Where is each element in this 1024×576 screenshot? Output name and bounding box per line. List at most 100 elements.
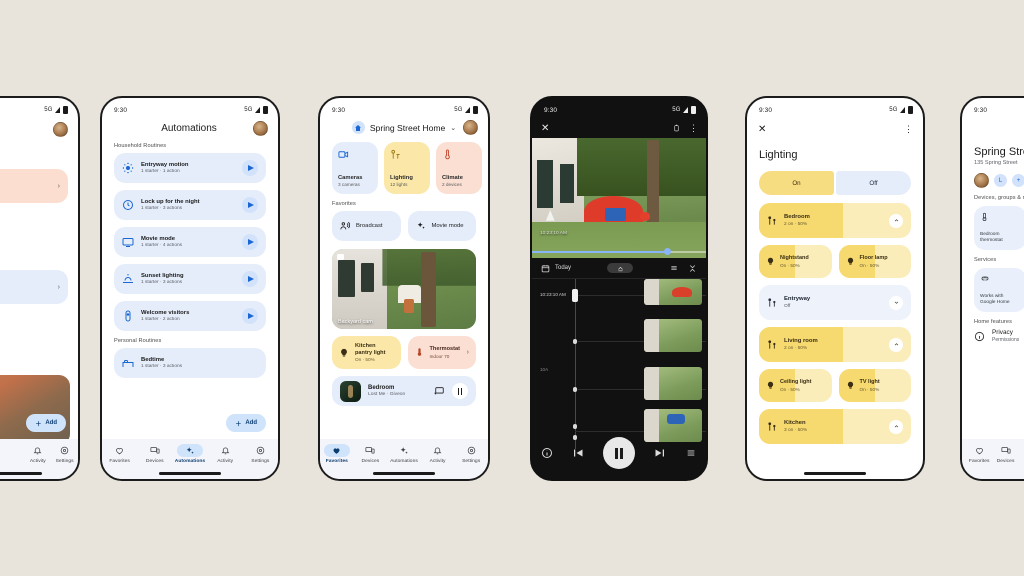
nav-item-favorites[interactable]: Favorites: [966, 444, 992, 464]
collapse-group-button[interactable]: [889, 337, 903, 352]
feature-row-privacy[interactable]: Privacy Permissions: [974, 329, 1024, 343]
pause-button[interactable]: [602, 437, 635, 469]
add-label: Add: [245, 420, 257, 426]
nav-item-activity[interactable]: Activity: [421, 444, 455, 464]
play-button[interactable]: [242, 271, 258, 287]
play-button[interactable]: [242, 197, 258, 213]
automation-row[interactable]: Movie mode 1 starter · 4 actions: [114, 227, 266, 257]
timeline-handle[interactable]: [572, 289, 578, 302]
play-button[interactable]: [242, 160, 258, 176]
category-climate[interactable]: Climate 2 devices: [436, 142, 482, 194]
skip-back-icon[interactable]: [572, 447, 584, 459]
avatar[interactable]: [974, 173, 989, 188]
favorite-broadcast[interactable]: Broadcast: [332, 211, 401, 241]
pause-button[interactable]: [452, 383, 468, 399]
nav-item-favorites[interactable]: Favorites: [320, 444, 354, 464]
light-floor-lamp[interactable]: Floor lamp On · 50%: [838, 245, 911, 278]
light-title: Nightstand: [780, 255, 809, 262]
collapse-group-button[interactable]: [889, 213, 903, 228]
light-group-entryway[interactable]: Entryway Off: [759, 285, 911, 320]
gear-icon: [122, 162, 134, 174]
category-lighting[interactable]: Lighting 12 lights: [384, 142, 430, 194]
cast-icon[interactable]: [434, 386, 445, 396]
nav-item-automations[interactable]: Automations: [387, 444, 421, 464]
collapse-icon[interactable]: [688, 264, 697, 273]
info-icon[interactable]: [541, 447, 553, 459]
light-tv-light[interactable]: TV light On · 50%: [838, 369, 911, 402]
event-thumbnail[interactable]: [644, 367, 702, 400]
light-ceiling-light[interactable]: Ceiling light On · 50%: [759, 369, 832, 402]
toggle-off-button[interactable]: Off: [836, 171, 911, 195]
category-subtitle: 3 cameras: [338, 182, 360, 187]
more-vert-icon[interactable]: ⋮: [904, 124, 913, 135]
nav-item-devices[interactable]: Devices: [137, 444, 172, 464]
light-nightstand[interactable]: Nightstand On · 50%: [759, 245, 832, 278]
automation-row[interactable]: Entryway motion 1 starter · 1 action: [114, 153, 266, 183]
timeline-event-dot[interactable]: [572, 339, 577, 344]
nav-item-activity[interactable]: Activity: [24, 444, 51, 464]
media-player-card[interactable]: Bedroom Lost Me · Giveon: [332, 376, 476, 406]
event-thumbnail[interactable]: [644, 319, 702, 352]
category-title: Cameras: [338, 175, 363, 181]
devices-icon: [357, 444, 383, 457]
camera-feed-card[interactable]: Backyard cam: [332, 249, 476, 329]
device-card-thermostat[interactable]: Thermostat Indoor 70 ›: [0, 169, 68, 203]
device-kitchen-pantry-light[interactable]: Kitchen pantry light On · 50%: [332, 336, 401, 369]
collapse-group-button[interactable]: [889, 419, 903, 434]
close-icon[interactable]: ✕: [541, 123, 549, 134]
avatar[interactable]: [53, 122, 68, 137]
nav-item-automations[interactable]: Automations: [172, 444, 207, 464]
device-card-display[interactable]: Display ›: [0, 270, 68, 304]
toggle-on-button[interactable]: On: [759, 171, 834, 195]
battery-icon[interactable]: [673, 123, 680, 133]
light-group-kitchen[interactable]: Kitchen 3 on · 50%: [759, 409, 911, 444]
video-scrubber[interactable]: [532, 248, 706, 256]
nav-item-settings[interactable]: Settings: [454, 444, 488, 464]
add-member-button[interactable]: +: [1012, 174, 1024, 187]
category-cameras[interactable]: Cameras 3 cameras: [332, 142, 378, 194]
avatar[interactable]: [253, 121, 268, 136]
nav-item-devices[interactable]: Devices: [992, 444, 1018, 464]
automation-row[interactable]: Sunset lighting 1 starter · 3 actions: [114, 264, 266, 294]
device-card-bedroom-thermostat[interactable]: Bedroom thermostat: [974, 206, 1024, 250]
device-thermostat[interactable]: Thermostat Indoor 70 ›: [407, 336, 476, 369]
service-card-works-with[interactable]: Works with Google Home: [974, 268, 1024, 312]
nav-item-settings[interactable]: Settings: [243, 444, 278, 464]
date-selector[interactable]: Today: [541, 264, 571, 273]
nav-item-favorites[interactable]: Favorites: [102, 444, 137, 464]
automation-row[interactable]: Lock up for the night 1 starter · 3 acti…: [114, 190, 266, 220]
nav-item-activity[interactable]: Activity: [208, 444, 243, 464]
status-indicators: 5G: [889, 105, 913, 115]
avatar[interactable]: [463, 120, 478, 135]
automation-row[interactable]: Bedtime 1 starter · 3 actions: [114, 348, 266, 378]
list-icon[interactable]: [685, 448, 697, 458]
event-timeline[interactable]: 10:23:10 AM 10A: [532, 279, 706, 449]
clock-icon: [122, 199, 134, 211]
expand-group-button[interactable]: [889, 295, 903, 310]
list-icon[interactable]: [669, 264, 679, 272]
home-name[interactable]: Spring Street Home: [370, 123, 445, 133]
child-lights-bedroom: Nightstand On · 50% Floor lamp On · 50%: [759, 245, 911, 278]
camera-live-view[interactable]: 10:23:10 AM: [532, 138, 706, 258]
more-vert-icon[interactable]: ⋮: [689, 123, 698, 134]
signal-icon: [900, 107, 905, 113]
nav-item-settings[interactable]: Settings: [51, 444, 78, 464]
timeline-event-dot[interactable]: [572, 387, 577, 392]
skip-forward-icon[interactable]: [654, 447, 666, 459]
close-icon[interactable]: ✕: [758, 124, 766, 135]
light-group-bedroom[interactable]: Bedroom 2 on · 50%: [759, 203, 911, 238]
favorite-movie-mode[interactable]: Movie mode: [407, 211, 476, 241]
add-button[interactable]: ＋ Add: [26, 414, 66, 432]
jump-button[interactable]: [607, 263, 633, 273]
chevron-down-icon[interactable]: ⌄: [450, 124, 456, 132]
add-button[interactable]: ＋ Add: [226, 414, 266, 432]
play-button[interactable]: [242, 234, 258, 250]
automation-row[interactable]: Welcome visitors 1 starter · 2 action: [114, 301, 266, 331]
light-group-living-room[interactable]: Living room 2 on · 50%: [759, 327, 911, 362]
nav-item-devices[interactable]: Devices: [354, 444, 388, 464]
bulb-icon: [846, 257, 855, 266]
camera-app-bar: ✕ ⋮: [532, 118, 706, 138]
member-initial[interactable]: L: [994, 174, 1007, 187]
play-button[interactable]: [242, 308, 258, 324]
event-thumbnail[interactable]: [644, 279, 702, 305]
